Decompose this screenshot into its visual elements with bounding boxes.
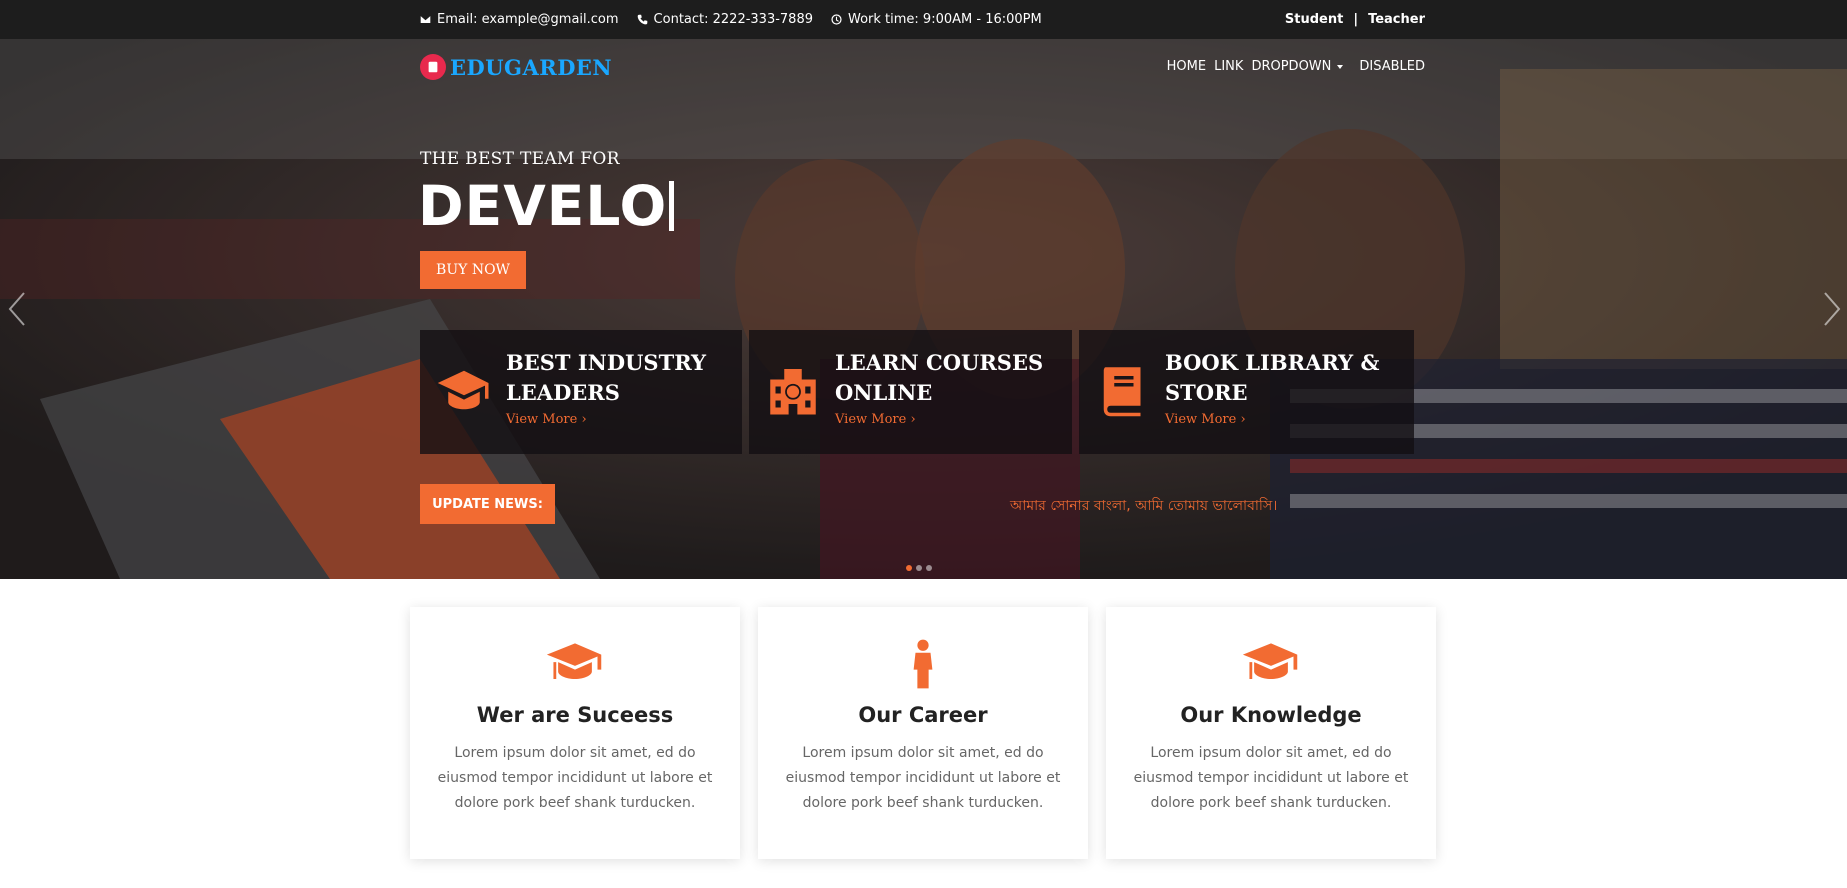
brand-logo[interactable]: EDUGARDEN: [420, 54, 612, 80]
main-nav: HOME LINK DROPDOWN DISABLED: [1167, 59, 1425, 74]
typing-cursor: [669, 181, 675, 231]
hero-headline: DEVELO: [418, 174, 675, 238]
slider-dot[interactable]: [906, 565, 912, 571]
phone-text: Contact: 2222-333-7889: [653, 12, 813, 27]
teacher-link[interactable]: Teacher: [1368, 12, 1425, 27]
person-icon: [893, 639, 953, 689]
card-text: Lorem ipsum dolor sit amet, ed do eiusmo…: [785, 745, 1061, 811]
slider-dots: [906, 565, 932, 571]
slider-prev-arrow[interactable]: [6, 289, 28, 329]
brand-name: EDUGARDEN: [450, 54, 613, 80]
view-more-link[interactable]: View More ›: [506, 412, 587, 427]
update-news-label: UPDATE NEWS:: [420, 484, 555, 524]
view-more-link[interactable]: View More ›: [1165, 412, 1246, 427]
chevron-right-icon: [1824, 292, 1841, 326]
feature-title-line2: ONLINE: [835, 380, 933, 405]
news-ticker[interactable]: আমার সোনার বাংলা, আমি তোমায় ভালোবাসি।: [1010, 494, 1277, 518]
clock-icon: [831, 14, 842, 25]
graduation-cap-icon: [545, 639, 605, 689]
divider: |: [1353, 12, 1359, 27]
slider-dot[interactable]: [916, 565, 922, 571]
email-text: Email: example@gmail.com: [437, 12, 619, 27]
email-info: Email: example@gmail.com: [420, 12, 619, 27]
graduation-cap-icon: [436, 362, 492, 418]
feature-title-line2: LEADERS: [506, 380, 620, 405]
contact-info: Email: example@gmail.com Contact: 2222-3…: [420, 0, 1042, 39]
top-bar: Email: example@gmail.com Contact: 2222-3…: [0, 0, 1847, 39]
envelope-icon: [420, 16, 431, 23]
card-title: Our Career: [858, 703, 988, 727]
nav-dropdown[interactable]: DROPDOWN: [1251, 59, 1344, 74]
hero-overlay: [0, 39, 1847, 579]
graduation-cap-icon: [1241, 639, 1301, 689]
service-card: Our Knowledge Lorem ipsum dolor sit amet…: [1106, 607, 1436, 859]
feature-boxes: BEST INDUSTRY LEADERS View More › LEARN …: [420, 330, 1414, 454]
feature-box: LEARN COURSES ONLINE View More ›: [749, 330, 1072, 454]
card-title: Our Knowledge: [1180, 703, 1362, 727]
feature-box: BOOK LIBRARY & STORE View More ›: [1079, 330, 1414, 454]
student-link[interactable]: Student: [1285, 12, 1343, 27]
view-more-link[interactable]: View More ›: [835, 412, 916, 427]
service-cards: Wer are Suceess Lorem ipsum dolor sit am…: [410, 607, 1436, 859]
hero-headline-text: DEVELO: [418, 174, 668, 238]
feature-title-line1: LEARN COURSES: [835, 350, 1044, 375]
hero-tagline: THE BEST TEAM FOR: [420, 149, 620, 169]
card-title: Wer are Suceess: [476, 703, 674, 727]
slider-dot[interactable]: [926, 565, 932, 571]
logo-icon: [420, 54, 446, 80]
hero-slider: EDUGARDEN HOME LINK DROPDOWN DISABLED TH…: [0, 39, 1847, 579]
feature-title-line1: BEST INDUSTRY: [506, 350, 706, 375]
auth-links: Student | Teacher: [1285, 0, 1425, 39]
service-card: Our Career Lorem ipsum dolor sit amet, e…: [758, 607, 1088, 859]
nav-home[interactable]: HOME: [1167, 59, 1206, 74]
caret-down-icon: [1337, 64, 1344, 69]
worktime-info: Work time: 9:00AM - 16:00PM: [831, 12, 1042, 27]
slider-next-arrow[interactable]: [1821, 289, 1843, 329]
card-text: Lorem ipsum dolor sit amet, ed do eiusmo…: [1133, 745, 1409, 811]
nav-dropdown-label: DROPDOWN: [1251, 59, 1332, 74]
feature-box: BEST INDUSTRY LEADERS View More ›: [420, 330, 742, 454]
phone-info: Contact: 2222-333-7889: [637, 12, 813, 27]
nav-link[interactable]: LINK: [1214, 59, 1243, 74]
phone-icon: [637, 14, 647, 25]
chevron-left-icon: [8, 292, 25, 326]
feature-title-line2: STORE: [1165, 380, 1248, 405]
service-card: Wer are Suceess Lorem ipsum dolor sit am…: [410, 607, 740, 859]
school-building-icon: [765, 362, 821, 418]
card-text: Lorem ipsum dolor sit amet, ed do eiusmo…: [437, 745, 713, 811]
book-icon: [1095, 362, 1151, 418]
feature-title-line1: BOOK LIBRARY &: [1165, 350, 1380, 375]
nav-disabled: DISABLED: [1359, 59, 1425, 74]
buy-now-button[interactable]: BUY NOW: [420, 251, 526, 289]
worktime-text: Work time: 9:00AM - 16:00PM: [848, 12, 1042, 27]
